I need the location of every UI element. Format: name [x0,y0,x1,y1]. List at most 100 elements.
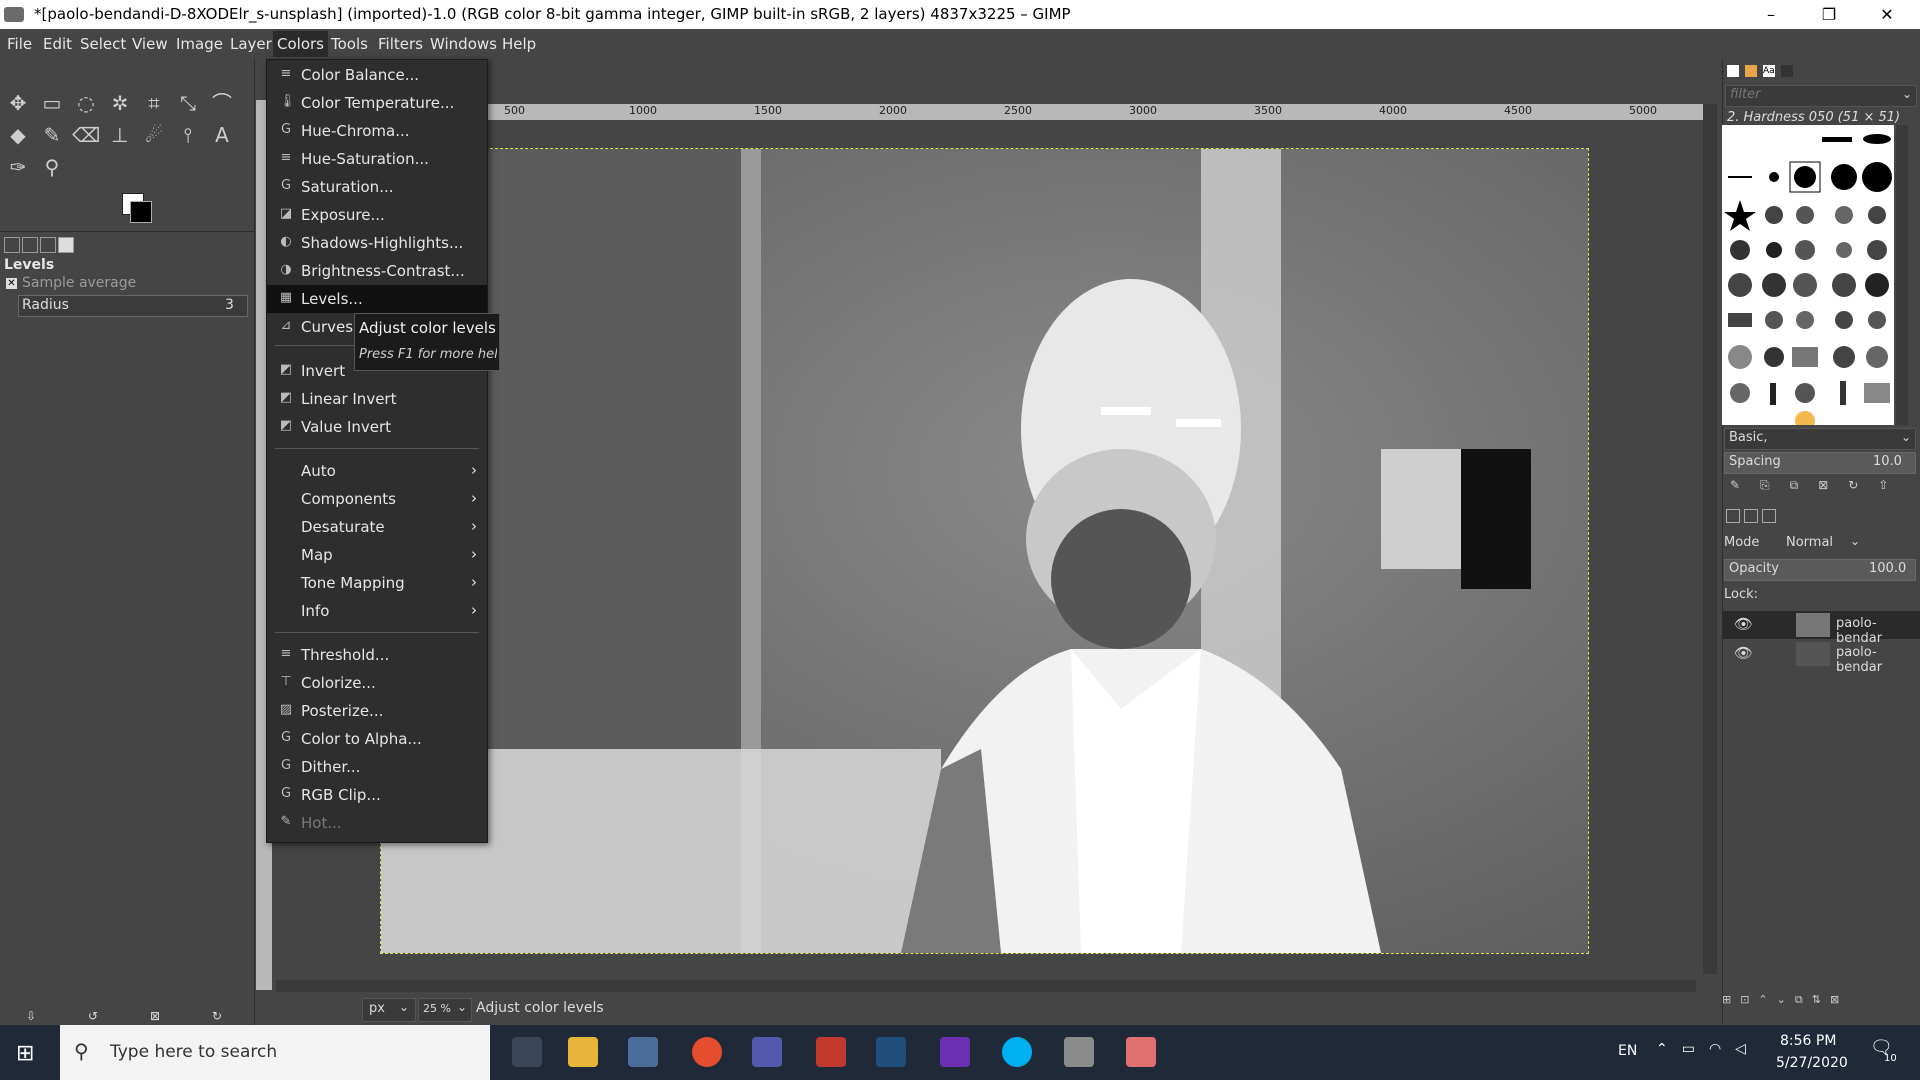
background-color-swatch[interactable] [130,201,152,223]
paths-tool-icon[interactable]: ⫯ [174,121,202,149]
unit-select[interactable]: px ⌄ [362,998,416,1022]
file-explorer-icon[interactable] [568,1037,598,1067]
fonts-tab-icon[interactable]: Aa [1763,65,1775,77]
menu-item-rgb-clip[interactable]: G RGB Clip... [267,781,487,809]
submenu-desaturate[interactable]: Desaturate › [267,513,487,541]
app-icon[interactable] [940,1037,970,1067]
zoom-tool-icon[interactable]: ⚲ [38,153,66,181]
gimp-taskbar-icon[interactable] [1064,1037,1094,1067]
menu-item-color-balance[interactable]: ≡ Color Balance... [267,61,487,89]
task-view-icon[interactable] [512,1037,542,1067]
opacity-spinbox[interactable]: Opacity 100.0 [1724,559,1916,581]
save-options-icon[interactable]: ⇩ [26,1009,36,1023]
chevron-down-icon[interactable]: ⌄ [1901,430,1911,444]
submenu-components[interactable]: Components › [267,485,487,513]
rect-select-tool-icon[interactable]: ▭ [38,89,66,117]
submenu-auto[interactable]: Auto › [267,457,487,485]
menu-item-value-invert[interactable]: ◩ Value Invert [267,413,487,441]
menu-image[interactable]: Image [176,35,223,53]
teams-icon[interactable] [752,1037,782,1067]
device-status-tab-icon[interactable] [22,237,38,253]
menu-select[interactable]: Select [80,35,126,53]
horizontal-scrollbar[interactable] [276,980,1696,992]
move-tool-icon[interactable]: ✥ [4,89,32,117]
clock-date[interactable]: 5/27/2020 [1776,1055,1848,1071]
mode-select[interactable]: Normal ⌄ [1786,533,1868,553]
menu-layer[interactable]: Layer [230,35,272,53]
menu-item-dither[interactable]: G Dither... [267,753,487,781]
menu-item-colorize[interactable]: ⊤ Colorize... [267,669,487,697]
fuzzy-select-tool-icon[interactable]: ✲ [106,89,134,117]
clone-tool-icon[interactable]: ⊥ [106,121,134,149]
brush-scrollbar[interactable] [1896,125,1908,425]
maximize-button[interactable]: ❐ [1800,0,1858,29]
tray-icons[interactable]: ⌃▭◠◁ [1656,1041,1760,1057]
channels-tab-icon[interactable] [1744,509,1758,523]
menu-edit[interactable]: Edit [43,35,72,53]
menu-item-color-temperature[interactable]: 🌡 Color Temperature... [267,89,487,117]
minimize-button[interactable]: – [1742,0,1800,29]
sample-average-checkbox[interactable]: ✕ [6,278,17,289]
brushes-tab-icon[interactable] [1727,65,1739,77]
patterns-tab-icon[interactable] [1745,65,1757,77]
layers-tab-icon[interactable] [1726,509,1740,523]
app-icon[interactable] [628,1037,658,1067]
skype-icon[interactable] [1002,1037,1032,1067]
app-icon[interactable] [876,1037,906,1067]
document-tab-icon[interactable] [1781,65,1793,77]
menu-windows[interactable]: Windows [430,35,497,53]
delete-options-icon[interactable]: ⊠ [150,1009,160,1023]
menu-help[interactable]: Help [502,35,536,53]
crop-tool-icon[interactable]: ⌗ [140,89,168,117]
app-icon[interactable] [1126,1037,1156,1067]
menu-tools[interactable]: Tools [331,35,368,53]
brush-filter-input[interactable]: filter ⌄ [1725,85,1917,107]
lasso-tool-icon[interactable]: ◌ [72,89,100,117]
chevron-down-icon[interactable]: ⌄ [1902,87,1912,101]
taskbar-search[interactable]: ⚲ Type here to search [60,1025,490,1080]
menu-item-color-to-alpha[interactable]: G Color to Alpha... [267,725,487,753]
eraser-tool-icon[interactable]: ⌫ [72,121,100,149]
undo-history-tab-icon[interactable] [40,237,56,253]
clock-time[interactable]: 8:56 PM [1780,1033,1836,1049]
submenu-info[interactable]: Info › [267,597,487,625]
menu-item-linear-invert[interactable]: ◩ Linear Invert [267,385,487,413]
text-tool-icon[interactable]: A [208,121,236,149]
warp-tool-icon[interactable]: ⌒ [208,89,236,117]
image-canvas[interactable] [380,148,1589,954]
menu-item-levels[interactable]: ▦ Levels... [267,285,487,313]
color-picker-tool-icon[interactable]: ✑ [4,153,32,181]
radius-spinbox[interactable]: Radius 3 [18,295,248,317]
language-indicator[interactable]: EN [1618,1043,1637,1059]
eye-icon[interactable]: 👁 [1734,615,1753,633]
menu-item-posterize[interactable]: ▨ Posterize... [267,697,487,725]
menu-item-brightness-contrast[interactable]: ◑ Brightness-Contrast... [267,257,487,285]
menu-colors[interactable]: Colors [273,31,328,57]
menu-filters[interactable]: Filters [378,35,423,53]
brush-actions[interactable]: ✎⎘⧉⊠↻⇧ [1730,478,1908,493]
menu-item-hue-saturation[interactable]: ≡ Hue-Saturation... [267,145,487,173]
tool-options-tab-icon[interactable] [4,237,20,253]
windows-start-icon[interactable]: ⊞ [16,1041,34,1066]
smudge-tool-icon[interactable]: ☄ [140,121,168,149]
layer-row[interactable]: 👁 paolo-bendar [1722,640,1920,675]
images-tab-icon[interactable] [58,237,74,253]
menu-item-shadows-highlights[interactable]: ◐ Shadows-Highlights... [267,229,487,257]
reset-options-icon[interactable]: ↻ [212,1009,222,1023]
submenu-tone-mapping[interactable]: Tone Mapping › [267,569,487,597]
menu-item-saturation[interactable]: G Saturation... [267,173,487,201]
bucket-fill-tool-icon[interactable]: ◆ [4,121,32,149]
menu-item-exposure[interactable]: ◪ Exposure... [267,201,487,229]
restore-options-icon[interactable]: ↺ [88,1009,98,1023]
vertical-scrollbar[interactable] [1703,104,1717,974]
menu-item-threshold[interactable]: ≡ Threshold... [267,641,487,669]
menu-view[interactable]: View [132,35,168,53]
menu-file[interactable]: File [7,35,32,53]
paths-tab-icon[interactable] [1762,509,1776,523]
paintbrush-tool-icon[interactable]: ✎ [38,121,66,149]
layer-actions[interactable]: ⊞⊡⌃⌄⧉⇅⊠ [1722,993,1920,1006]
transform-tool-icon[interactable]: ⤡ [174,89,202,117]
eye-icon[interactable]: 👁 [1734,644,1753,662]
brush-grid[interactable] [1722,125,1894,431]
layer-row[interactable]: 👁 paolo-bendar [1722,611,1920,646]
